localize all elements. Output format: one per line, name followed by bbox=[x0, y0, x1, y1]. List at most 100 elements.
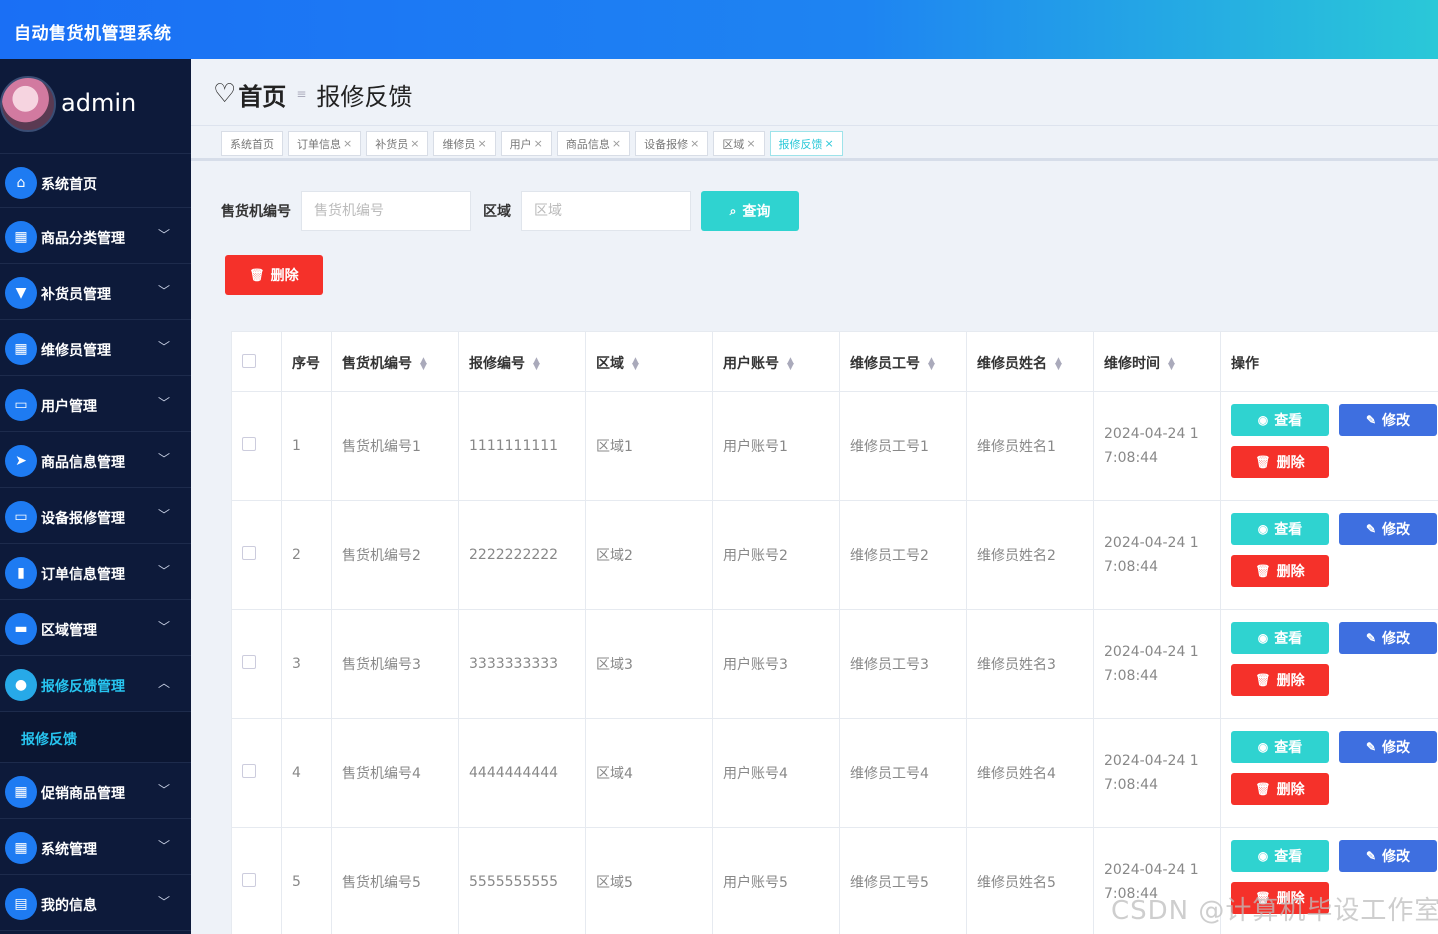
delete-button[interactable]: 🗑 删除 bbox=[1231, 555, 1329, 587]
tab[interactable]: 用户 × bbox=[500, 131, 552, 156]
tab-label: 商品信息 bbox=[565, 137, 610, 151]
view-button[interactable]: ◉ 查看 bbox=[1231, 731, 1329, 763]
breadcrumb-separator: ≡ bbox=[296, 87, 307, 101]
tab[interactable]: 设备报修 × bbox=[635, 131, 709, 156]
tab[interactable]: 商品信息 × bbox=[556, 131, 631, 156]
sidebar-item[interactable]: ▦ 商品分类管理 ﹀ bbox=[0, 208, 191, 264]
row-actions: ◉ 查看 ✎ 修改 🗑 删除 bbox=[1221, 392, 1438, 500]
column-header[interactable]: 维修员姓名 ▲ ▼ bbox=[966, 331, 1094, 392]
sort-icon[interactable]: ▲ ▼ bbox=[1168, 356, 1175, 371]
close-icon[interactable]: × bbox=[343, 137, 352, 150]
sidebar-item[interactable]: ▤ 我的信息 ﹀ bbox=[0, 875, 191, 931]
edit-button[interactable]: ✎ 修改 bbox=[1339, 622, 1437, 654]
sidebar-item[interactable]: ▭ 用户管理 ﹀ bbox=[0, 376, 191, 432]
row-checkbox[interactable] bbox=[242, 873, 256, 887]
sidebar-item[interactable]: ▦ 维修员管理 ﹀ bbox=[0, 320, 191, 376]
sidebar-item[interactable]: ⌂ 系统首页 bbox=[0, 154, 191, 208]
sidebar-item[interactable]: ● 报修反馈管理 ︿ bbox=[0, 656, 191, 712]
column-header-label: 售货机编号 bbox=[342, 355, 412, 372]
bulk-delete-button[interactable]: 🗑 删除 bbox=[225, 255, 323, 295]
sidebar-subitem[interactable]: 报修反馈 bbox=[0, 712, 191, 763]
edit-button-label: 修改 bbox=[1382, 848, 1411, 864]
close-icon[interactable]: × bbox=[410, 137, 419, 150]
sidebar-item[interactable]: ▼ 补货员管理 ﹀ bbox=[0, 264, 191, 320]
delete-button[interactable]: 🗑 删除 bbox=[1231, 446, 1329, 478]
sidebar-item-label: 补货员管理 bbox=[41, 287, 111, 303]
tab[interactable]: 维修员 × bbox=[433, 131, 496, 156]
sort-icon[interactable]: ▲ ▼ bbox=[928, 356, 935, 371]
sidebar-item[interactable]: ▬ 区域管理 ﹀ bbox=[0, 600, 191, 656]
area-input[interactable] bbox=[521, 191, 691, 231]
cell-worker-name: 维修员姓名3 bbox=[966, 609, 1094, 719]
sidebar-item[interactable]: ▭ 设备报修管理 ﹀ bbox=[0, 488, 191, 544]
machine-no-input[interactable] bbox=[301, 191, 471, 231]
column-header[interactable]: 维修员工号 ▲ ▼ bbox=[839, 331, 967, 392]
close-icon[interactable]: × bbox=[690, 137, 699, 150]
edit-button-label: 修改 bbox=[1382, 521, 1411, 537]
bulb-icon: ● bbox=[5, 669, 37, 701]
row-checkbox[interactable] bbox=[242, 546, 256, 560]
tab[interactable]: 订单信息 × bbox=[288, 131, 362, 156]
edit-button[interactable]: ✎ 修改 bbox=[1339, 840, 1437, 872]
eye-icon: ◉ bbox=[1257, 522, 1269, 536]
machine-no-label: 售货机编号 bbox=[221, 204, 291, 220]
sidebar-item-label: 系统管理 bbox=[41, 842, 97, 858]
sidebar-item[interactable]: ▦ 促销商品管理 ﹀ bbox=[0, 763, 191, 819]
close-icon[interactable]: × bbox=[477, 137, 486, 150]
view-button[interactable]: ◉ 查看 bbox=[1231, 840, 1329, 872]
column-header[interactable]: 区域 ▲ ▼ bbox=[585, 331, 713, 392]
select-all-checkbox[interactable] bbox=[242, 353, 256, 368]
trash-icon: 🗑 bbox=[1255, 673, 1271, 687]
cell-time: 2024-04-24 17:08:44 bbox=[1093, 609, 1221, 719]
close-icon[interactable]: × bbox=[746, 137, 755, 150]
avatar[interactable] bbox=[0, 76, 56, 132]
chevron-down-icon: ﹀ bbox=[158, 508, 171, 522]
edit-button[interactable]: ✎ 修改 bbox=[1339, 513, 1437, 545]
view-button[interactable]: ◉ 查看 bbox=[1231, 622, 1329, 654]
delete-button[interactable]: 🗑 删除 bbox=[1231, 664, 1329, 696]
view-button[interactable]: ◉ 查看 bbox=[1231, 404, 1329, 436]
row-checkbox[interactable] bbox=[242, 764, 256, 778]
delete-button[interactable]: 🗑 删除 bbox=[1231, 773, 1329, 805]
sort-icon[interactable]: ▲ ▼ bbox=[632, 356, 639, 371]
tab[interactable]: 区域 × bbox=[713, 131, 765, 156]
sidebar-item[interactable]: ▦ 系统管理 ﹀ bbox=[0, 819, 191, 875]
edit-button[interactable]: ✎ 修改 bbox=[1339, 731, 1437, 763]
sidebar-item[interactable]: ➤ 商品信息管理 ﹀ bbox=[0, 432, 191, 488]
cell-worker-name: 维修员姓名1 bbox=[966, 391, 1094, 501]
cell-account: 用户账号5 bbox=[712, 827, 840, 934]
tab[interactable]: 补货员 × bbox=[366, 131, 429, 156]
close-icon[interactable]: × bbox=[612, 137, 621, 150]
column-header[interactable]: 维修时间 ▲ ▼ bbox=[1093, 331, 1221, 392]
close-icon[interactable]: × bbox=[825, 137, 834, 150]
cell-account: 用户账号3 bbox=[712, 609, 840, 719]
cell-repair-no: 2222222222 bbox=[458, 500, 586, 610]
column-header[interactable]: 售货机编号 ▲ ▼ bbox=[331, 331, 459, 392]
cell-index: 5 bbox=[281, 827, 332, 934]
view-button-label: 查看 bbox=[1274, 739, 1303, 755]
column-header[interactable]: 报修编号 ▲ ▼ bbox=[458, 331, 586, 392]
tab[interactable]: 系统首页 bbox=[221, 131, 283, 156]
column-header-label: 维修员姓名 bbox=[977, 355, 1047, 372]
eye-icon: ◉ bbox=[1257, 413, 1269, 427]
chevron-down-icon: ﹀ bbox=[158, 340, 171, 354]
cell-area: 区域1 bbox=[585, 391, 713, 501]
close-icon[interactable]: × bbox=[534, 137, 543, 150]
view-button[interactable]: ◉ 查看 bbox=[1231, 513, 1329, 545]
breadcrumb-home[interactable]: 首页 bbox=[238, 77, 286, 112]
sort-icon[interactable]: ▲ ▼ bbox=[420, 356, 427, 371]
query-button[interactable]: ⌕ 查询 bbox=[701, 191, 799, 231]
sidebar-item[interactable]: ▮ 订单信息管理 ﹀ bbox=[0, 544, 191, 600]
row-checkbox[interactable] bbox=[242, 655, 256, 669]
sort-icon[interactable]: ▲ ▼ bbox=[787, 356, 794, 371]
column-header[interactable]: 用户账号 ▲ ▼ bbox=[712, 331, 840, 392]
sort-icon[interactable]: ▲ ▼ bbox=[1055, 356, 1062, 371]
delete-button-label: 删除 bbox=[1276, 454, 1305, 470]
cell-time: 2024-04-24 17:08:44 bbox=[1093, 718, 1221, 828]
edit-button[interactable]: ✎ 修改 bbox=[1339, 404, 1437, 436]
tab-label: 维修员 bbox=[442, 137, 476, 151]
sort-icon[interactable]: ▲ ▼ bbox=[533, 356, 540, 371]
row-checkbox[interactable] bbox=[242, 437, 256, 451]
cell-actions: ◉ 查看 ✎ 修改 🗑 删除 bbox=[1220, 718, 1438, 828]
tab[interactable]: 报修反馈 × bbox=[769, 131, 843, 156]
